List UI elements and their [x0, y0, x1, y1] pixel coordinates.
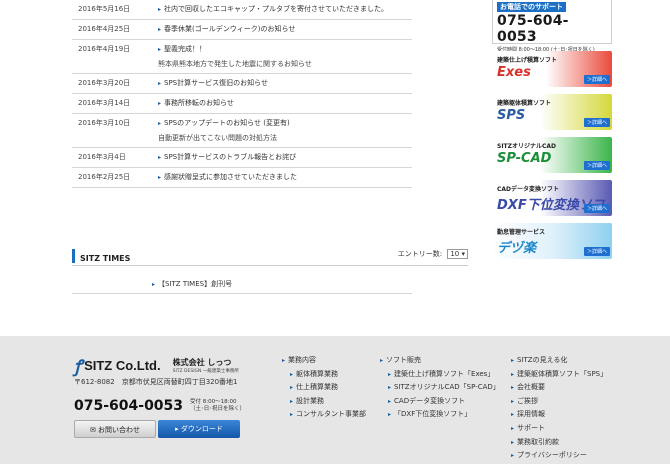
footer-phone[interactable]: 075-604-0053 [74, 398, 183, 414]
news-date: 2016年3月14日 [78, 99, 131, 107]
footer-link[interactable]: 業務取引約款 [511, 436, 607, 450]
banner-subtitle: 建築躯体積算ソフト [497, 100, 552, 107]
news-list: 2016年5月16日 社内で回収したエコキャップ・プルタブを寄付させていただきまし… [72, 0, 412, 188]
banner-subtitle: 建築仕上げ積算ソフト [497, 57, 558, 64]
news-title[interactable]: SPS計算サービスのトラブル報告とお詫び [158, 152, 412, 162]
product-banner[interactable]: SITZオリジナルCAD SP-CAD ＞詳細へ [492, 137, 612, 173]
news-item[interactable]: 2016年3月14日 事務所移転のお知らせ [72, 94, 412, 114]
logo-name: SITZ Co.Ltd. [84, 358, 161, 373]
banner-more-button[interactable]: ＞詳細へ [583, 75, 610, 84]
footer-link[interactable]: 採用情報 [511, 408, 607, 422]
footer-link[interactable]: 「DXF下位変換ソフト」 [380, 408, 500, 422]
footer-link[interactable]: サポート [511, 422, 607, 436]
banner-more-button[interactable]: ＞詳細へ [583, 118, 610, 127]
footer-link[interactable]: 建築仕上げ積算ソフト「Exes」 [380, 368, 500, 382]
news-item[interactable]: 2016年4月19日 聖義完成！！ 熊本県熊本地方で発生した地震に関するお知らせ [72, 40, 412, 74]
sitz-times-title: SITZ TIMES [80, 254, 131, 263]
footer-link[interactable]: 設計業務 [282, 395, 366, 409]
sidebar: お電話でのサポート 075-604-0053 受付時間 8:00〜18:00 (… [492, 0, 612, 259]
news-title[interactable]: 聖義完成！！ [158, 44, 412, 54]
news-date: 2016年3月10日 [78, 119, 131, 127]
news-title[interactable]: 社内で回収したエコキャップ・プルタブを寄付させていただきました。 [158, 4, 412, 14]
news-date: 2016年2月25日 [78, 173, 131, 181]
footer-link[interactable]: CADデータ変換ソフト [380, 395, 500, 409]
entry-count: エントリー数: 10 ▾ [398, 249, 468, 259]
entry-count-select[interactable]: 10 ▾ [447, 249, 468, 259]
footer-col-software: ソフト販売建築仕上げ積算ソフト「Exes」SITZオリジナルCAD「SP-CAD… [380, 354, 500, 422]
banner-title: SP-CAD [497, 151, 552, 166]
footer: ꝭ SITZ Co.Ltd. 株式会社 しっつ SITZ DESIGN 一級建築… [0, 336, 670, 464]
footer-col-services: 業務内容躯体積算業務仕上積算業務設計業務コンサルタント事業部 [282, 354, 366, 422]
support-phone-number[interactable]: 075-604-0053 [497, 13, 607, 45]
banner-title: デヅ楽 [497, 241, 537, 256]
mail-icon: ✉ [89, 426, 96, 434]
news-subtitle[interactable]: 熊本県熊本地方で発生した地震に関するお知らせ [158, 59, 412, 69]
news-title[interactable]: 春季休業(ゴールデンウィーク)のお知らせ [158, 24, 412, 34]
news-item[interactable]: 2016年3月4日 SPS計算サービスのトラブル報告とお詫び [72, 148, 412, 168]
news-item[interactable]: 2016年3月10日 SPSのアップデートのお知らせ (変更有) 自動更新が出てこな… [72, 114, 412, 148]
banner-subtitle: SITZオリジナルCAD [497, 143, 557, 150]
logo-jp: 株式会社 しっつ SITZ DESIGN 一級建築士事務所 [172, 358, 239, 374]
product-banner[interactable]: 建築躯体積算ソフト SPS ＞詳細へ [492, 94, 612, 130]
news-date: 2016年3月4日 [78, 153, 126, 161]
news-item[interactable]: 2016年3月20日 SPS計算サービス復旧のお知らせ [72, 74, 412, 94]
footer-hours: 受付 8:00〜18:00 （土･日･祝日を除く） [190, 399, 246, 413]
company-logo[interactable]: ꝭ SITZ Co.Ltd. 株式会社 しっつ SITZ DESIGN 一級建築… [74, 354, 239, 377]
footer-link[interactable]: ソフト販売 [380, 354, 500, 368]
footer-link[interactable]: コンサルタント事業部 [282, 408, 366, 422]
banner-subtitle: 勤怠管理サービス [497, 229, 546, 236]
banner-subtitle: CADデータ変換ソフト [497, 186, 560, 193]
footer-link[interactable]: 躯体積算業務 [282, 368, 366, 382]
logo-mark-icon: ꝭ [74, 357, 83, 377]
news-date: 2016年4月25日 [78, 25, 131, 33]
news-title[interactable]: SPS計算サービス復旧のお知らせ [158, 78, 412, 88]
footer-col-company: SITZの見える化建築躯体積算ソフト「SPS」会社概要ご挨拶採用情報サポート業務… [511, 354, 607, 464]
news-title[interactable]: 事務所移転のお知らせ [158, 98, 412, 108]
banner-title: SPS [497, 108, 526, 123]
support-phone-box: お電話でのサポート 075-604-0053 受付時間 8:00〜18:00 (… [492, 0, 612, 53]
product-banner[interactable]: 勤怠管理サービスデヅ楽 ＞詳細へ [492, 223, 612, 259]
footer-link[interactable]: 仕上積算業務 [282, 381, 366, 395]
banner-more-button[interactable]: ＞詳細へ [583, 161, 610, 170]
download-icon: ▸ [175, 425, 179, 433]
footer-link[interactable]: 業務内容 [282, 354, 366, 368]
banner-more-button[interactable]: ＞詳細へ [583, 204, 610, 213]
news-date: 2016年4月19日 [78, 45, 131, 53]
footer-link[interactable]: SITZオリジナルCAD「SP-CAD」 [380, 381, 500, 395]
contact-button[interactable]: ✉ お問い合わせ [74, 420, 156, 438]
news-item[interactable]: 2016年4月25日 春季休業(ゴールデンウィーク)のお知らせ [72, 20, 412, 40]
entry-count-label: エントリー数: [397, 250, 443, 258]
news-subtitle[interactable]: 自動更新が出てこない問題の対処方法 [158, 133, 412, 143]
footer-link[interactable]: SITZの見える化 [511, 354, 607, 368]
banner-more-button[interactable]: ＞詳細へ [583, 247, 610, 256]
section-accent-bar [72, 249, 75, 263]
news-item[interactable]: 2016年2月25日 感謝状贈呈式に参加させていただきました [72, 168, 412, 188]
news-title[interactable]: SPSのアップデートのお知らせ (変更有) [158, 118, 412, 128]
footer-link[interactable]: ご挨拶 [511, 395, 607, 409]
news-date: 2016年3月20日 [78, 79, 131, 87]
footer-link[interactable]: 建築躯体積算ソフト「SPS」 [511, 368, 607, 382]
sitz-times-item[interactable]: 【SITZ TIMES】創刊号 [72, 276, 412, 294]
footer-link[interactable]: 会社概要 [511, 381, 607, 395]
banner-title: Exes [497, 65, 531, 80]
company-address: 〒612-8082 京都市伏見区両替町四丁目320番地1 [74, 378, 238, 386]
news-item[interactable]: 2016年5月16日 社内で回収したエコキャップ・プルタブを寄付させていただきまし… [72, 0, 412, 20]
product-banner[interactable]: 建築仕上げ積算ソフト Exes ＞詳細へ [492, 51, 612, 87]
news-title[interactable]: 感謝状贈呈式に参加させていただきました [158, 172, 412, 182]
sitz-times-header: SITZ TIMES エントリー数: 10 ▾ [72, 248, 468, 266]
download-button[interactable]: ▸ ダウンロード [158, 420, 240, 438]
news-date: 2016年5月16日 [78, 5, 131, 13]
product-banner[interactable]: CADデータ変換ソフトDXF下位変換ソフト＞詳細へ [492, 180, 612, 216]
support-phone-label: お電話でのサポート [497, 2, 566, 12]
footer-link[interactable]: プライバシーポリシー [511, 449, 607, 463]
